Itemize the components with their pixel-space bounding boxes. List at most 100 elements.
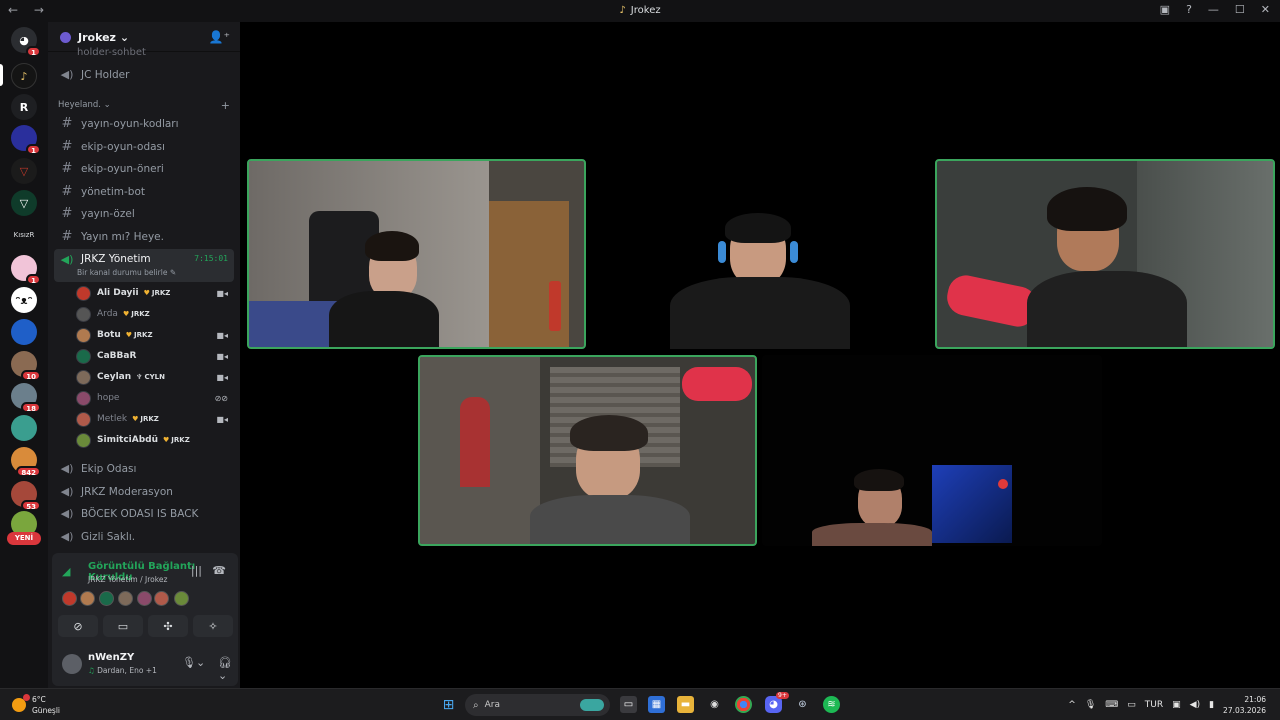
guild-avatar-53[interactable]: 53 — [11, 481, 41, 511]
guild-face[interactable]: ᵔᴥᵔ — [11, 287, 37, 313]
microphone-icon[interactable]: 🎙︎⌄ — [182, 656, 205, 669]
add-channel-icon[interactable]: + — [221, 99, 230, 112]
text-channel[interactable]: # ekip-oyun-öneri — [54, 158, 234, 179]
voice-channel[interactable]: ◀) BÖCEK ODASI IS BACK — [54, 503, 234, 524]
clock[interactable]: 21:06 27.03.2026 — [1223, 694, 1266, 716]
video-feed — [937, 161, 1273, 347]
guild-avatar-842[interactable]: 842 — [11, 447, 41, 477]
display-icon[interactable]: ▭ — [1127, 700, 1136, 710]
help-icon[interactable]: ? — [1186, 3, 1192, 16]
headphones-icon[interactable]: 🎧︎⌄ — [218, 656, 238, 682]
inbox-icon[interactable]: ▣ — [1160, 3, 1170, 16]
trophy-icon: ♆ — [136, 373, 143, 381]
voice-channel-path[interactable]: JRKZ Yönetim / Jrokez — [88, 575, 167, 584]
search-box[interactable]: ⌕ Ara — [465, 694, 610, 716]
minimize-icon[interactable]: — — [1208, 3, 1219, 16]
user-tag: ♥ JRKZ — [126, 331, 153, 339]
network-icon[interactable]: ▣ — [1172, 700, 1181, 710]
voice-channel-active[interactable]: ◀) JRKZ Yönetim 7:15:01 — [54, 249, 234, 282]
text-channel[interactable]: # yayın-özel — [54, 203, 234, 224]
disconnect-icon[interactable]: ☎ — [212, 564, 226, 577]
guild-v[interactable]: ▽ — [11, 158, 37, 184]
server-name-text: Jrokez — [78, 31, 116, 44]
close-icon[interactable]: ✕ — [1261, 3, 1270, 16]
channel-label: yönetim-bot — [81, 185, 146, 198]
keyboard-icon[interactable]: ⌨ — [1105, 700, 1118, 710]
category-heyeland[interactable]: Heyeland. ⌄ + — [58, 99, 230, 112]
spotify-icon[interactable]: ≋ — [823, 696, 840, 713]
guild-sonic[interactable] — [11, 319, 37, 345]
voice-channel[interactable]: ◀) Gizli Saklı. — [54, 526, 234, 547]
guild-kisizr[interactable]: KısızR — [0, 231, 48, 239]
voice-user[interactable]: hope ⊘⊘ — [76, 388, 232, 408]
battery-icon[interactable]: ▮ — [1209, 700, 1214, 710]
voice-user[interactable]: Ali Dayii ♥ JRKZ ■◂ — [76, 283, 232, 303]
channel-status[interactable]: Bir kanal durumu belirle ✎ — [77, 268, 176, 277]
soundboard-button[interactable]: ✧ — [193, 615, 233, 637]
camera-off-button[interactable]: ⊘ — [58, 615, 98, 637]
text-channel[interactable]: # yönetim-bot — [54, 181, 234, 202]
language-indicator[interactable]: TUR — [1145, 700, 1163, 710]
guild-badge: 10 — [21, 370, 41, 381]
maximize-icon[interactable]: ☐ — [1235, 3, 1245, 16]
guild-badge: 1 — [26, 46, 41, 57]
username[interactable]: nWenZY — [88, 652, 134, 663]
camera-icon: ■◂ — [216, 372, 228, 382]
guild-jrokez[interactable]: ♪ — [11, 63, 37, 89]
text-channel[interactable]: # yayın-oyun-kodları — [54, 113, 234, 134]
start-icon[interactable]: ⊞ — [440, 696, 457, 713]
avatar[interactable] — [62, 654, 82, 674]
voice-user[interactable]: Ceylan ♆ CYLN ■◂ — [76, 367, 232, 387]
voice-user-name: Botu — [97, 330, 121, 340]
voice-channel-jc-holder[interactable]: ◀) JC Holder — [54, 64, 234, 85]
text-channel[interactable]: # Yayın mı? Heye. — [54, 226, 234, 247]
weather-widget[interactable]: 6°C Güneşli — [12, 694, 60, 716]
screen-share-button[interactable]: ▭ — [103, 615, 143, 637]
github-icon[interactable]: ◉ — [706, 696, 723, 713]
guild-avatar-10[interactable]: 10 — [11, 351, 41, 381]
voice-user[interactable]: SimitciAbdü ♥ JRKZ — [76, 430, 232, 450]
hash-icon: # — [61, 161, 73, 176]
microphone-icon[interactable]: 🎙︎ — [1085, 700, 1096, 710]
voice-channel[interactable]: ◀) Ekip Odası — [54, 458, 234, 479]
voice-user[interactable]: CaBBaR ■◂ — [76, 346, 232, 366]
task-view-icon[interactable]: ▭ — [620, 696, 637, 713]
video-tile[interactable] — [935, 159, 1275, 349]
avatar — [76, 306, 91, 322]
guild-anime[interactable]: 1 — [11, 255, 41, 285]
noise-suppression-icon[interactable]: ||| — [191, 564, 202, 577]
guild-r[interactable]: R — [11, 94, 37, 120]
chrome-icon[interactable] — [735, 696, 752, 713]
volume-icon[interactable]: ◀) — [1190, 700, 1200, 710]
voice-user-name: Arda — [97, 309, 118, 319]
voice-user[interactable]: Arda ♥ JRKZ — [76, 304, 232, 324]
speaker-icon: ◀) — [60, 530, 74, 543]
server-name: Jrokez ⌄ — [78, 31, 129, 44]
voice-user-name: Metlek — [97, 414, 128, 424]
voice-user[interactable]: Metlek ♥ JRKZ ■◂ — [76, 409, 232, 429]
chevron-up-icon[interactable]: ^ — [1068, 700, 1076, 710]
text-channel[interactable]: # ekip-oyun-odası — [54, 136, 234, 157]
partial-channel[interactable]: holder-sohbet — [77, 47, 146, 58]
avatar — [118, 591, 133, 606]
activities-button[interactable]: ✣ — [148, 615, 188, 637]
invite-icon[interactable]: 👤⁺ — [209, 30, 230, 44]
video-tile[interactable] — [620, 159, 920, 349]
guild-blue[interactable]: 1 — [11, 125, 41, 155]
video-tile[interactable] — [762, 355, 1102, 546]
chevron-down-icon: ⌄ — [103, 100, 111, 110]
user-tag: ♥ JRKZ — [132, 415, 159, 423]
guild-discord-home[interactable]: ◕ 1 — [11, 27, 41, 57]
store-icon[interactable]: ▦ — [648, 696, 665, 713]
file-explorer-icon[interactable]: ▬ — [677, 696, 694, 713]
guild-teal[interactable] — [11, 415, 37, 441]
video-tile[interactable] — [418, 355, 757, 546]
guild-green-v[interactable]: ▽ — [11, 190, 37, 216]
voice-channel[interactable]: ◀) JRKZ Moderasyon — [54, 481, 234, 502]
voice-user[interactable]: Botu ♥ JRKZ ■◂ — [76, 325, 232, 345]
guild-avatar-18[interactable]: 18 — [11, 383, 41, 413]
hash-icon: # — [61, 116, 73, 131]
discord-badge: 9+ — [776, 692, 789, 699]
steam-icon[interactable]: ⊛ — [794, 696, 811, 713]
video-tile[interactable] — [247, 159, 586, 349]
